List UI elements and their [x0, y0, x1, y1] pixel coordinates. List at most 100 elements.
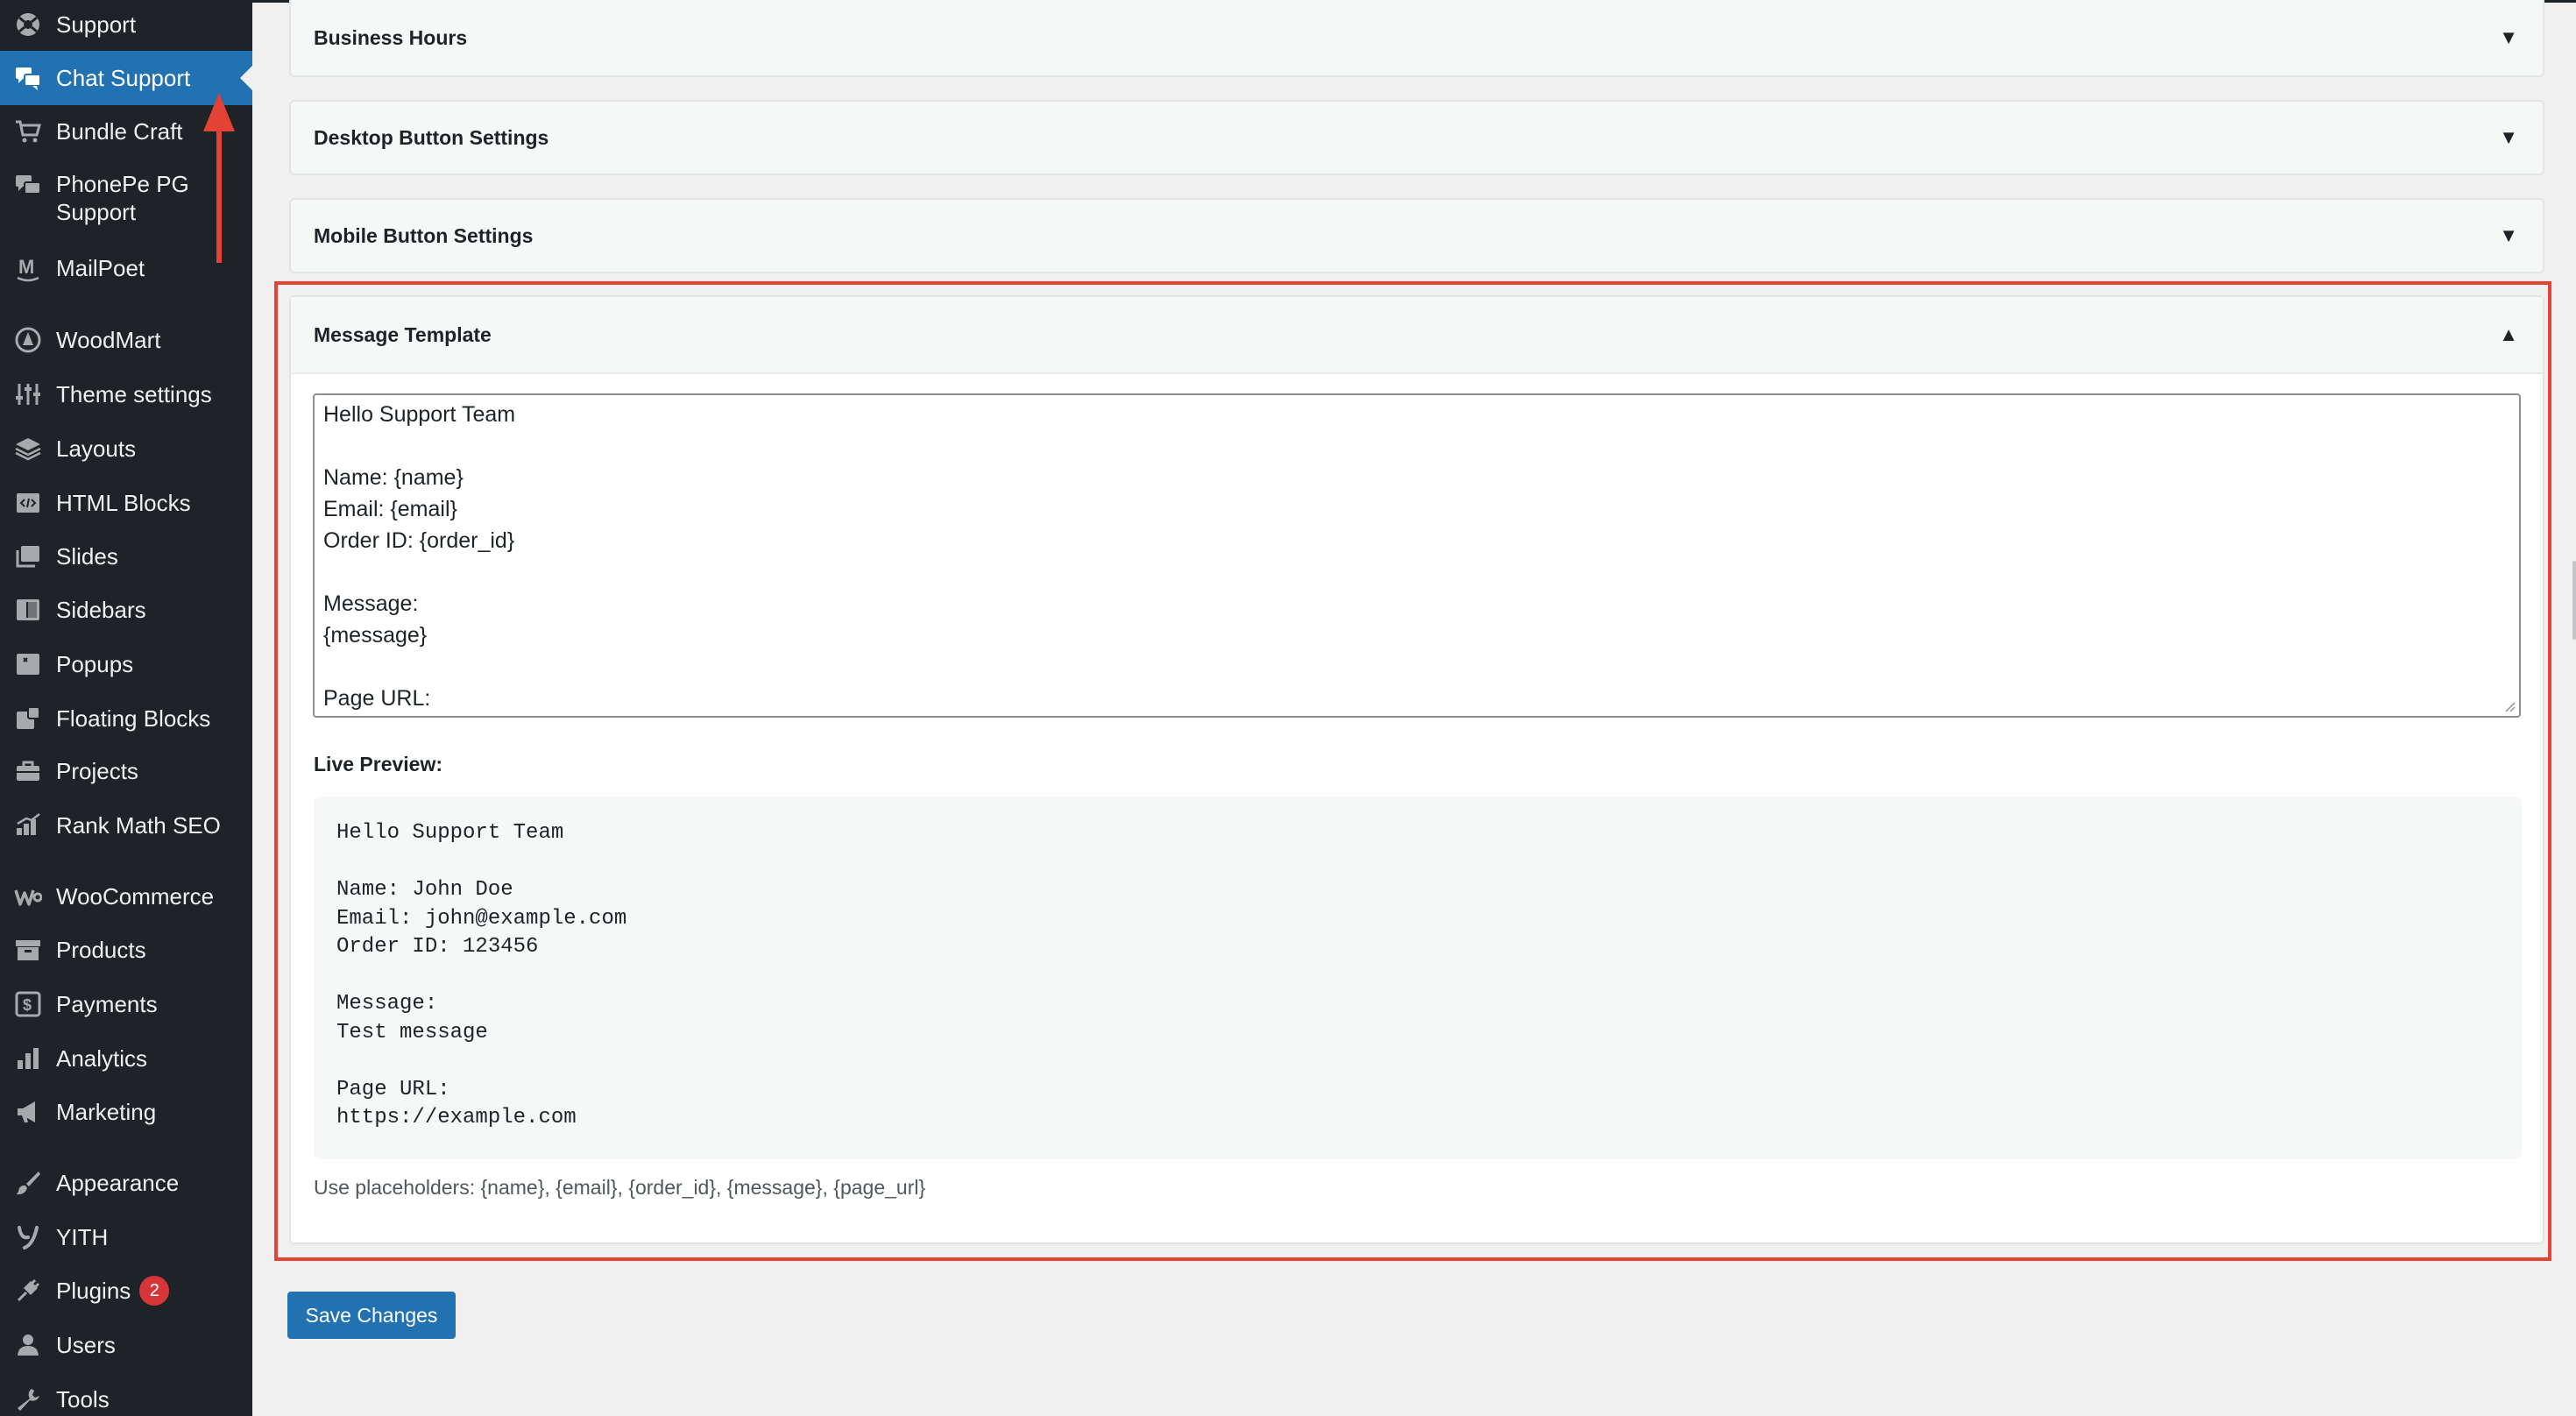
sidebar-layout-icon [0, 596, 56, 624]
caret-up-icon: ▲ [2499, 323, 2518, 345]
sidebar-item-label: Plugins [56, 1278, 131, 1304]
sidebar-item-rank-math-seo[interactable]: Rank Math SEO [0, 810, 252, 841]
slides-icon [0, 542, 56, 570]
scroll-indicator [2572, 561, 2576, 640]
sidebar-item-yith[interactable]: YITH [0, 1221, 252, 1253]
sidebar-item-label: Marketing [56, 1099, 157, 1125]
popup-icon [0, 650, 56, 678]
message-template-panel: Message Template ▲ Hello Support Team Na… [289, 295, 2544, 1244]
panel-title: Business Hours [314, 25, 468, 49]
preview-line [336, 848, 2499, 877]
textarea-line: Order ID: {order_id} [323, 528, 515, 553]
sidebar-item-projects[interactable]: Projects [0, 755, 252, 787]
panel-title: Mobile Button Settings [314, 223, 534, 247]
sidebar-item-products[interactable]: Products [0, 934, 252, 966]
sidebar-item-woocommerce[interactable]: WooCommerce [0, 881, 252, 912]
mailpoet-icon: M [0, 254, 56, 282]
sidebar-item-label: Analytics [56, 1045, 148, 1072]
textarea-line [323, 556, 2510, 588]
svg-text:M: M [18, 256, 34, 278]
desktop-button-settings-panel[interactable]: Desktop Button Settings ▼ [289, 100, 2544, 175]
textarea-line: {message} [323, 623, 428, 648]
business-hours-header[interactable]: Business Hours ▼ [291, 0, 2543, 75]
paintbrush-icon [0, 1169, 56, 1197]
desktop-button-settings-header[interactable]: Desktop Button Settings ▼ [291, 102, 2543, 173]
preview-line: Test message [336, 1020, 488, 1044]
sidebar-item-payments[interactable]: $ Payments [0, 988, 252, 1020]
sidebar-item-label: Popups [56, 651, 134, 677]
textarea-line: Message: [323, 591, 419, 616]
preview-line: Hello Support Team [336, 821, 564, 845]
sidebar-item-appearance[interactable]: Appearance [0, 1167, 252, 1199]
mobile-button-settings-panel[interactable]: Mobile Button Settings ▼ [289, 198, 2544, 273]
sidebar-item-html-blocks[interactable]: HTML Blocks [0, 487, 252, 519]
sidebar-item-label: Users [56, 1332, 116, 1358]
sidebar-item-plugins[interactable]: Plugins 2 [0, 1275, 252, 1306]
sidebar-item-support[interactable]: Support [0, 9, 252, 40]
sidebar-item-label: YITH [56, 1224, 109, 1250]
message-template-header[interactable]: Message Template ▲ [291, 297, 2543, 374]
sidebar-item-label: Layouts [56, 435, 137, 462]
sidebar-item-label: Slides [56, 543, 118, 570]
sidebar-item-label: Tools [56, 1386, 110, 1412]
wrench-icon [0, 1385, 56, 1413]
panel-title: Desktop Button Settings [314, 125, 549, 149]
sidebar-item-analytics[interactable]: Analytics [0, 1043, 252, 1074]
textarea-line: Name: {name} [323, 465, 464, 490]
preview-line: Page URL: [336, 1077, 450, 1101]
sidebar-item-sidebars[interactable]: Sidebars [0, 594, 252, 626]
support-icon [0, 11, 56, 39]
sidebar-item-users[interactable]: Users [0, 1329, 252, 1361]
preview-line: Name: John Doe [336, 878, 513, 902]
preview-line: Order ID: 123456 [336, 935, 539, 959]
active-pointer [240, 66, 252, 90]
sidebar-item-label: Products [56, 937, 146, 963]
live-preview-label: Live Preview: [314, 753, 443, 775]
megaphone-icon [0, 1098, 56, 1126]
sidebar-item-layouts[interactable]: Layouts [0, 433, 252, 464]
sidebar-item-label: Rank Math SEO [56, 812, 221, 839]
sidebar-item-theme-settings[interactable]: Theme settings [0, 379, 252, 410]
layers-icon [0, 435, 56, 463]
message-template-textarea[interactable]: Hello Support Team Name: {name} Email: {… [313, 393, 2521, 718]
briefcase-icon [0, 757, 56, 785]
preview-line: Message: [336, 992, 438, 1016]
cart-icon [0, 117, 56, 145]
sidebar-item-label: HTML Blocks [56, 490, 191, 516]
sidebar-item-popups[interactable]: Popups [0, 648, 252, 680]
sidebar-item-slides[interactable]: Slides [0, 541, 252, 572]
live-preview-box: Hello Support Team Name: John Doe Email:… [314, 796, 2522, 1159]
sidebar-item-tools[interactable]: Tools [0, 1384, 252, 1415]
textarea-line [323, 430, 2510, 462]
textarea-line: Email: {email} [323, 497, 457, 521]
user-icon [0, 1331, 56, 1359]
resize-handle-icon[interactable] [2502, 698, 2516, 712]
sidebar-item-label: Appearance [56, 1170, 180, 1196]
sidebar-item-label: Floating Blocks [56, 705, 211, 732]
chat-bubbles-icon [0, 170, 56, 200]
sidebar-item-label: Bundle Craft [56, 118, 183, 145]
yith-icon [0, 1223, 56, 1251]
sidebar-item-label: Projects [56, 758, 138, 784]
caret-down-icon: ▼ [2499, 26, 2518, 48]
sidebar-item-label: WooCommerce [56, 883, 215, 910]
update-count-badge: 2 [139, 1276, 170, 1306]
sidebar-item-label: Theme settings [56, 381, 212, 407]
rank-math-icon [0, 811, 56, 839]
preview-line [336, 962, 2499, 991]
sidebar-item-floating-blocks[interactable]: Floating Blocks [0, 703, 252, 734]
sidebar-item-label: Support [56, 11, 137, 38]
sidebar-item-label: WoodMart [56, 327, 161, 353]
caret-down-icon: ▼ [2499, 126, 2518, 148]
sidebar-item-woodmart[interactable]: WoodMart [0, 324, 252, 356]
business-hours-panel[interactable]: Business Hours ▼ [289, 0, 2544, 77]
save-changes-button[interactable]: Save Changes [287, 1292, 456, 1339]
mobile-button-settings-header[interactable]: Mobile Button Settings ▼ [291, 200, 2543, 272]
preview-line: https://example.com [336, 1106, 577, 1129]
caret-down-icon: ▼ [2499, 224, 2518, 246]
svg-text:$: $ [23, 996, 32, 1014]
panel-title: Message Template [314, 322, 492, 346]
woodmart-icon [0, 326, 56, 354]
sidebar-item-marketing[interactable]: Marketing [0, 1096, 252, 1128]
archive-icon [0, 936, 56, 964]
